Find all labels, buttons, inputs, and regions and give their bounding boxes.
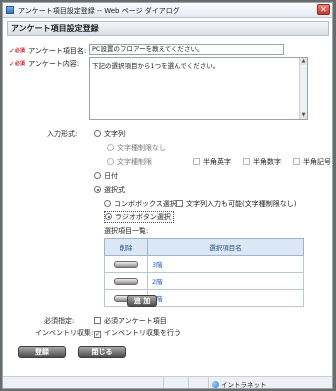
checkbox-icon [94,317,101,324]
ie-app-icon [6,6,14,14]
radio-icon [94,172,101,179]
check-inventory[interactable]: ✓ インベントリ収集を行う [94,328,181,338]
choice-name-link[interactable]: 2階 [147,272,304,290]
dialog-window: アンケート項目設定登録 -- Web ページ ダイアログ ✕ アンケート項目設定… [2,2,333,389]
radio-combobox[interactable]: コンボボックス選択 [104,199,177,209]
status-separator [188,377,189,388]
item-name-label: アンケート項目名: [28,47,87,55]
zone-indicator: イントラネット [212,379,267,388]
delete-cell [104,272,148,290]
status-bar: イントラネット [3,376,332,388]
inventory-label: インベントリ収集: [35,329,94,337]
radio-radiobutton[interactable]: ラジオボタン選択 [104,211,174,223]
register-button[interactable]: 登録 [18,346,66,358]
radio-text[interactable]: 文字列 [94,129,125,139]
content-text: 下記の選択項目から1つを選んでください。 [92,62,220,70]
item-name-label-group: ✓必須 アンケート項目名: [9,46,86,56]
delete-cell [104,255,148,273]
radio-date[interactable]: 日付 [94,171,118,181]
window-title: アンケート項目設定登録 -- Web ページ ダイアログ [18,7,180,15]
checkbox-icon [293,158,300,165]
radio-text-limited[interactable]: 文字種制限 [107,157,152,167]
radio-selected-icon [105,213,112,220]
close-window-button[interactable]: ✕ [317,4,330,15]
checkbox-icon [193,158,200,165]
input-format-label: 入力形式: [47,130,78,138]
radio-icon [94,130,101,137]
table-row: 2階 [104,272,304,290]
scroll-down-icon[interactable]: ▼ [300,112,307,119]
delete-button[interactable] [114,277,138,285]
check-required[interactable]: 必須アンケート項目 [94,316,167,326]
list-caption: 選択項目一覧: [104,227,149,235]
close-button[interactable]: 閉じる [78,346,126,358]
content-textarea[interactable]: 下記の選択項目から1つを選んでください。 ▲ ▼ [89,57,308,120]
check-halfwidth-digit[interactable]: 半角数字 [243,157,281,167]
table-header-row: 削除 選択項目名 [104,238,304,256]
radio-selected-icon [94,186,101,193]
required-check-icon: ✓必須 [9,47,25,55]
radio-icon [107,158,114,165]
item-name-input[interactable]: PC設置のフロアーを教えてください。 [89,44,284,55]
radio-select[interactable]: 選択式 [94,185,125,195]
check-text-input[interactable]: 文字列入力も可能(文字種制限なし) [176,199,296,209]
status-separator [163,377,164,388]
title-bar: アンケート項目設定登録 -- Web ページ ダイアログ ✕ [3,3,332,18]
choice-name-link[interactable]: 1階 [147,289,304,307]
required-label: 必須指定: [44,317,75,325]
check-halfwidth-symbol[interactable]: 半角記号 [293,157,331,167]
radio-icon [107,144,114,151]
checkbox-icon [176,200,183,207]
content-label: アンケート内容: [28,60,80,68]
status-separator [208,377,209,388]
page-title: アンケート項目設定登録 [7,21,329,36]
column-header-delete: 削除 [104,238,148,256]
checkbox-checked-icon: ✓ [94,331,101,338]
check-halfwidth-alpha[interactable]: 半角英字 [193,157,231,167]
content-label-group: ✓必須 アンケート内容: [9,59,79,69]
column-header-name: 選択項目名 [147,238,304,256]
table-row: 3階 [104,255,304,273]
radio-text-unlimited[interactable]: 文字種制限なし [107,143,166,153]
checkbox-icon [243,158,250,165]
scroll-up-icon[interactable]: ▲ [300,58,307,65]
radio-icon [104,200,111,207]
textarea-scrollbar[interactable]: ▲ ▼ [299,58,307,119]
add-button[interactable]: 追 加 [127,295,157,307]
delete-button[interactable] [114,260,138,268]
choice-name-link[interactable]: 3階 [147,255,304,273]
intranet-globe-icon [212,381,219,388]
required-check-icon: ✓必須 [9,60,25,68]
